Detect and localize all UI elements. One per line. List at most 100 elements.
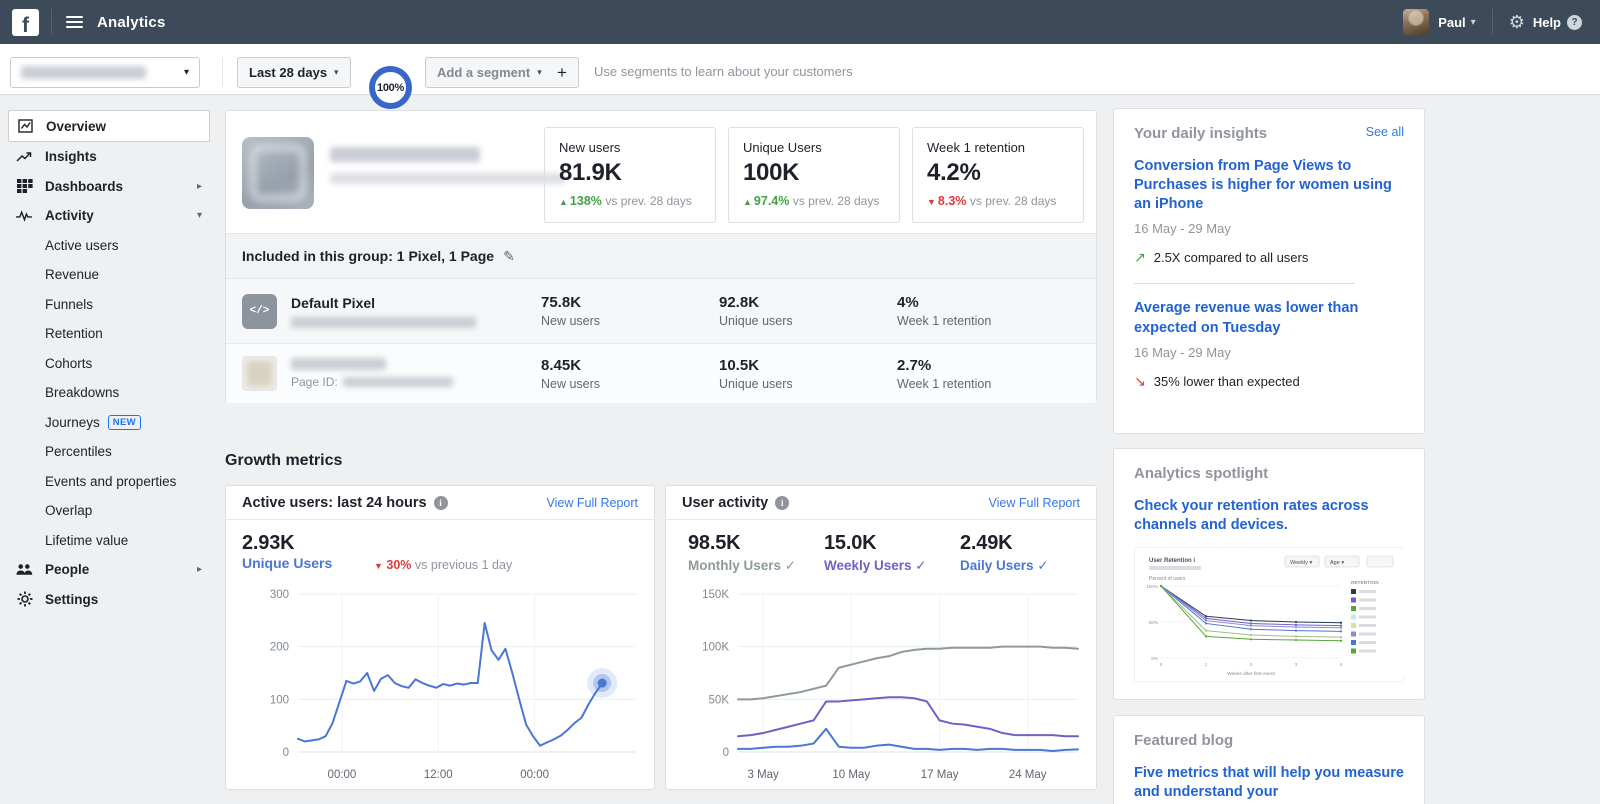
- row-metric-new-users: 75.8KNew users: [541, 294, 719, 328]
- daily-users-toggle[interactable]: 2.49KDaily Users ✓: [960, 532, 1092, 574]
- completeness-ring[interactable]: 100%: [369, 66, 412, 109]
- metric-value: 4%: [897, 294, 1075, 311]
- sidebar-item-activity[interactable]: Activity▾: [8, 201, 210, 231]
- date-range-label: Last 28 days: [249, 65, 327, 80]
- hamburger-menu-icon[interactable]: [66, 16, 83, 28]
- daily-insights-heading-text: Your daily insights: [1134, 125, 1267, 142]
- sidebar-item-revenue[interactable]: Revenue: [8, 260, 210, 290]
- svg-text:12:00: 12:00: [424, 769, 453, 781]
- insight-headline-link[interactable]: Average revenue was lower than expected …: [1134, 299, 1404, 337]
- date-range-dropdown[interactable]: Last 28 days ▾: [237, 57, 351, 88]
- add-segment-dropdown[interactable]: Add a segment ▾: [425, 57, 554, 88]
- view-full-report-link[interactable]: View Full Report: [989, 496, 1080, 510]
- metric-value: 8.45K: [541, 357, 719, 374]
- insight-date-range: 16 May - 29 May: [1134, 345, 1404, 360]
- insight-stat: ↗2.5X compared to all users: [1134, 249, 1404, 266]
- metric-value: 75.8K: [541, 294, 719, 311]
- triangle-down-icon: ▼: [374, 561, 383, 571]
- add-segment-label: Add a segment: [437, 65, 530, 80]
- group-row-page[interactable]: Page ID:8.45KNew users10.5KUnique users2…: [226, 343, 1096, 403]
- spotlight-headline-link[interactable]: Check your retention rates across channe…: [1134, 497, 1404, 535]
- sidebar-item-breakdowns[interactable]: Breakdowns: [8, 378, 210, 408]
- monthly-users-toggle[interactable]: 98.5KMonthly Users ✓: [688, 532, 820, 574]
- sidebar-item-label: People: [45, 562, 89, 577]
- sidebar-item-active-users[interactable]: Active users: [8, 231, 210, 261]
- sidebar-item-overview[interactable]: Overview: [8, 110, 210, 142]
- metric-label: Week 1 retention: [897, 377, 1075, 391]
- entity-selector-dropdown[interactable]: ▾: [10, 57, 200, 88]
- pixel-code-icon: </>: [242, 294, 277, 329]
- help-button[interactable]: Help: [1533, 15, 1561, 30]
- svg-text:50%: 50%: [1149, 620, 1158, 625]
- svg-text:Age ▾: Age ▾: [1330, 560, 1344, 566]
- weekly-users-toggle[interactable]: 15.0KWeekly Users ✓: [824, 532, 956, 574]
- svg-text:3 May: 3 May: [747, 769, 779, 781]
- sidebar-item-retention[interactable]: Retention: [8, 319, 210, 349]
- featured-blog-headline-link[interactable]: Five metrics that will help you measure …: [1134, 764, 1404, 802]
- gear-icon[interactable]: ⚙: [1509, 13, 1525, 31]
- row-metric-week-1-retention: 4% Week 1 retention: [897, 294, 1075, 328]
- stat-card-week-1-retention: Week 1 retention4.2%▼8.3% vs prev. 28 da…: [912, 127, 1084, 223]
- svg-text:4: 4: [1340, 662, 1343, 667]
- daily-insights-card: See all Your daily insights Conversion f…: [1113, 108, 1425, 434]
- insight-date-range: 16 May - 29 May: [1134, 221, 1404, 236]
- user-name[interactable]: Paul: [1438, 15, 1465, 30]
- delta-value: 97.4%: [754, 194, 793, 208]
- group-overview-card: New users81.9K▲138% vs prev. 28 daysUniq…: [225, 110, 1097, 402]
- question-icon[interactable]: ?: [1567, 15, 1582, 30]
- activity-stat-label: Weekly Users ✓: [824, 558, 956, 574]
- sidebar-item-settings[interactable]: Settings: [8, 585, 210, 615]
- featured-blog-heading: Featured blog: [1134, 732, 1404, 749]
- info-icon[interactable]: i: [434, 496, 448, 510]
- sidebar-item-events-and-properties[interactable]: Events and properties: [8, 467, 210, 497]
- completeness-value: 100%: [377, 82, 404, 94]
- settings-icon: [16, 591, 33, 608]
- sidebar-item-label: Overview: [46, 119, 106, 134]
- sidebar-item-overlap[interactable]: Overlap: [8, 496, 210, 526]
- sidebar-item-people[interactable]: People▸: [8, 555, 210, 585]
- svg-text:0%: 0%: [1151, 656, 1158, 661]
- user-avatar[interactable]: [1403, 9, 1429, 35]
- see-all-link[interactable]: See all: [1366, 125, 1404, 139]
- chevron-down-icon[interactable]: ▾: [1471, 17, 1476, 28]
- svg-text:200: 200: [270, 642, 289, 654]
- sidebar-item-cohorts[interactable]: Cohorts: [8, 349, 210, 379]
- edit-pencil-icon[interactable]: ✎: [503, 248, 515, 265]
- arrow-up-icon: ↗: [1134, 249, 1146, 266]
- metric-label: Unique users: [719, 314, 897, 328]
- sidebar-item-lifetime-value[interactable]: Lifetime value: [8, 526, 210, 556]
- delta-compare: vs previous 1 day: [415, 558, 512, 572]
- stat-delta: ▼8.3% vs prev. 28 days: [927, 194, 1069, 208]
- row-metric-week-1-retention: 2.7%Week 1 retention: [897, 357, 1075, 391]
- stat-card-unique-users: Unique Users100K▲97.4% vs prev. 28 days: [728, 127, 900, 223]
- view-full-report-link[interactable]: View Full Report: [547, 496, 638, 510]
- sidebar-item-insights[interactable]: Insights: [8, 142, 210, 172]
- metric-label: Week 1 retention: [897, 314, 1075, 328]
- active-users-value: 2.93K: [242, 532, 332, 555]
- facebook-logo-icon[interactable]: f: [12, 9, 39, 36]
- group-membership-text: Included in this group: 1 Pixel, 1 Page: [242, 248, 494, 264]
- sidebar-item-journeys[interactable]: JourneysNEW: [8, 408, 210, 438]
- delta-value: 8.3%: [938, 194, 970, 208]
- retention-thumbnail[interactable]: User Retention iWeekly ▾Age ▾Percent of …: [1134, 547, 1404, 682]
- svg-text:Weekly ▾: Weekly ▾: [1290, 560, 1312, 566]
- sidebar-item-dashboards[interactable]: Dashboards▸: [8, 172, 210, 202]
- insight-headline-link[interactable]: Conversion from Page Views to Purchases …: [1134, 157, 1404, 214]
- sidebar-item-percentiles[interactable]: Percentiles: [8, 437, 210, 467]
- divider: [1134, 283, 1355, 284]
- triangle-up-icon: ▲: [559, 197, 568, 207]
- unique-users-toggle[interactable]: Unique Users: [242, 555, 332, 571]
- svg-text:1: 1: [1205, 662, 1208, 667]
- add-segment-plus-button[interactable]: +: [546, 57, 579, 88]
- blurred-entity-name: [21, 66, 146, 79]
- svg-text:17 May: 17 May: [921, 769, 959, 781]
- sidebar-item-funnels[interactable]: Funnels: [8, 290, 210, 320]
- info-icon[interactable]: i: [775, 496, 789, 510]
- group-row-pixel[interactable]: </>Default Pixel75.8KNew users92.8KUniqu…: [226, 279, 1096, 343]
- stat-delta: ▲138% vs prev. 28 days: [559, 194, 701, 208]
- activity-stat-label: Daily Users ✓: [960, 558, 1092, 574]
- sidebar-item-label: Cohorts: [45, 356, 92, 371]
- group-membership-strip: Included in this group: 1 Pixel, 1 Page …: [226, 233, 1096, 279]
- sidebar-item-label: Funnels: [45, 297, 93, 312]
- chevron-right-icon: ▸: [197, 181, 202, 192]
